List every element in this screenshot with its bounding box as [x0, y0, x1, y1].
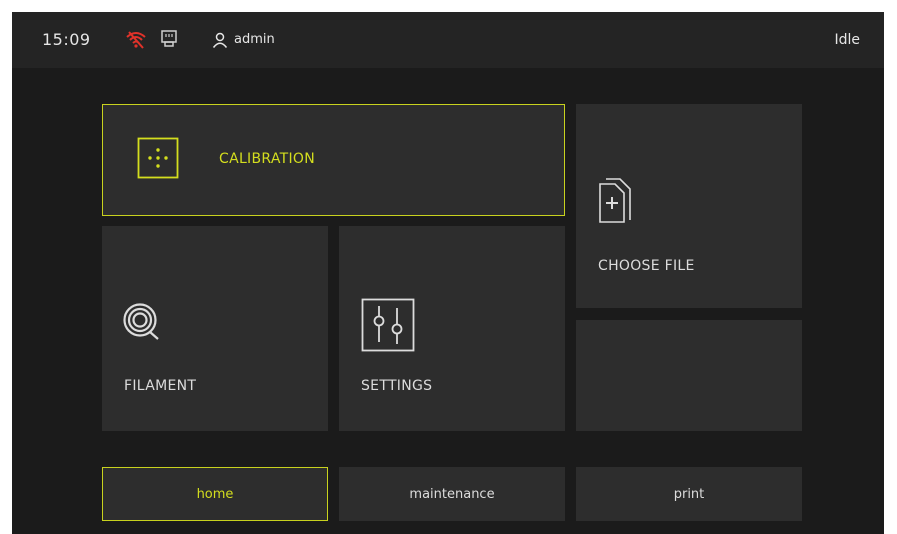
ethernet-icon	[160, 29, 178, 53]
choose-file-label: CHOOSE FILE	[598, 258, 695, 274]
filament-tile[interactable]: FILAMENT	[102, 226, 328, 431]
printer-status: Idle	[834, 32, 860, 48]
tab-home[interactable]: home	[102, 467, 328, 521]
empty-tile	[576, 320, 802, 431]
tab-print-label: print	[673, 486, 705, 502]
settings-label: SETTINGS	[361, 378, 433, 394]
wifi-disconnected-icon	[125, 30, 147, 54]
status-bar: 15:09 admin Idle	[12, 12, 884, 68]
choose-file-tile[interactable]: CHOOSE FILE	[576, 104, 802, 308]
settings-tile[interactable]: SETTINGS	[339, 226, 565, 431]
filament-label: FILAMENT	[124, 378, 197, 394]
calibration-tile[interactable]: CALIBRATION	[102, 104, 565, 216]
username: admin	[234, 32, 275, 47]
tab-maintenance-label: maintenance	[409, 486, 495, 502]
calibration-icon	[137, 137, 179, 183]
sliders-icon	[361, 298, 415, 356]
tab-home-label: home	[196, 486, 234, 502]
user-icon	[212, 32, 228, 52]
file-add-icon	[598, 176, 632, 228]
tab-maintenance[interactable]: maintenance	[339, 467, 565, 521]
clock: 15:09	[42, 30, 91, 49]
calibration-label: CALIBRATION	[219, 151, 316, 167]
printer-screen: 15:09 admin Idle CALIBRATION CHOOSE FILE…	[12, 12, 884, 534]
filament-spool-icon	[122, 302, 162, 346]
tab-print[interactable]: print	[576, 467, 802, 521]
